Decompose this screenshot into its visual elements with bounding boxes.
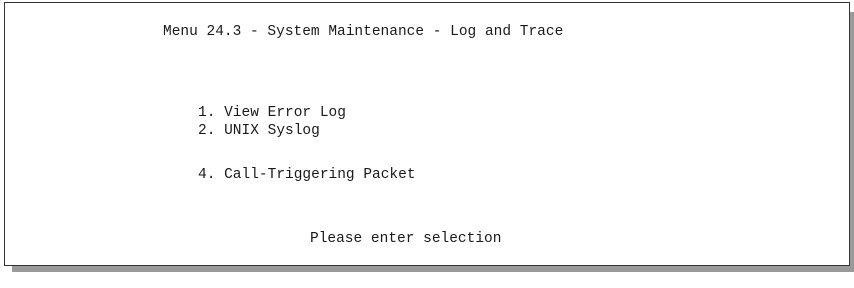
terminal-window: Menu 24.3 - System Maintenance - Log and… (4, 2, 850, 266)
selection-prompt: Please enter selection (310, 231, 502, 247)
menu-item-view-error-log[interactable]: 1. View Error Log (198, 104, 346, 122)
menu-item-unix-syslog[interactable]: 2. UNIX Syslog (198, 122, 320, 140)
menu-title: Menu 24.3 - System Maintenance - Log and… (163, 24, 564, 40)
menu-item-call-triggering-packet[interactable]: 4. Call-Triggering Packet (198, 166, 416, 184)
